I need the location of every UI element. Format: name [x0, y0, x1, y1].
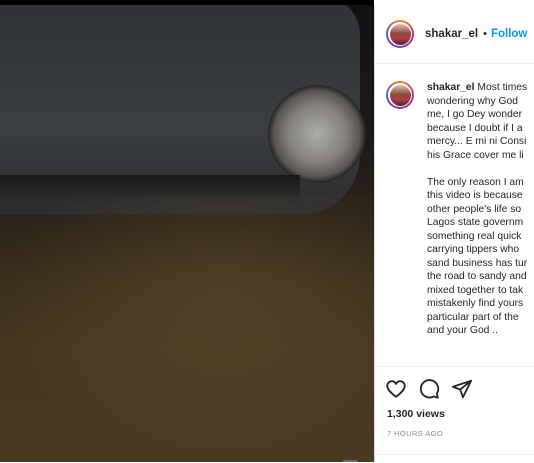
- caption-line: something real quick: [427, 230, 522, 242]
- caption-line: Lagos state governm: [427, 217, 524, 228]
- bottom-divider: [375, 454, 534, 455]
- video-car-wheel: [268, 85, 366, 183]
- caption-line: mistakenly find yours: [427, 298, 524, 309]
- caption-line: particular part of the: [427, 311, 519, 323]
- post-username[interactable]: shakar_el: [425, 28, 478, 40]
- caption-line: this video is because: [427, 190, 523, 201]
- caption-line: sand business has tur: [427, 257, 528, 269]
- caption-line: and your God ..: [427, 325, 498, 336]
- caption-line: mercy... E mi ni Consi: [427, 136, 527, 147]
- caption-line: The only reason I am: [427, 176, 524, 188]
- caption-comment: shakar_el Most times wondering why God m…: [375, 75, 534, 365]
- caption-line: Most times: [474, 82, 528, 93]
- caption-line: wondering why God: [427, 95, 519, 107]
- caption-line: because I doubt if I a: [427, 122, 523, 134]
- actions-bar: 1,300 views 7 HOURS AGO: [375, 366, 534, 463]
- post-timestamp[interactable]: 7 HOURS AGO: [387, 429, 443, 438]
- post-header: shakar_el • Follow: [375, 5, 534, 64]
- caption-username[interactable]: shakar_el: [427, 82, 475, 93]
- follow-button[interactable]: Follow: [491, 28, 527, 40]
- caption-line: the road to sandy and: [427, 271, 527, 282]
- caption-line: other people's life so: [427, 203, 522, 215]
- caption-text: shakar_el Most times wondering why God m…: [427, 81, 534, 338]
- share-icon[interactable]: [451, 378, 473, 400]
- video-ground: [0, 195, 374, 462]
- caption-avatar[interactable]: [386, 81, 414, 109]
- caption-line: mixed together to tak: [427, 284, 524, 296]
- caption-line: his Grace cover me li: [427, 149, 524, 161]
- heart-icon[interactable]: [385, 378, 407, 400]
- caption-line: me, I go Dey wonder: [427, 109, 523, 120]
- separator-dot: •: [483, 28, 487, 40]
- avatar[interactable]: [386, 20, 414, 48]
- video-player[interactable]: [0, 5, 374, 462]
- avatar-photo: [389, 23, 411, 45]
- comment-icon[interactable]: [418, 378, 440, 400]
- caption-line: carrying tippers who: [427, 244, 520, 255]
- views-count[interactable]: 1,300 views: [387, 408, 445, 420]
- avatar-photo: [389, 84, 411, 106]
